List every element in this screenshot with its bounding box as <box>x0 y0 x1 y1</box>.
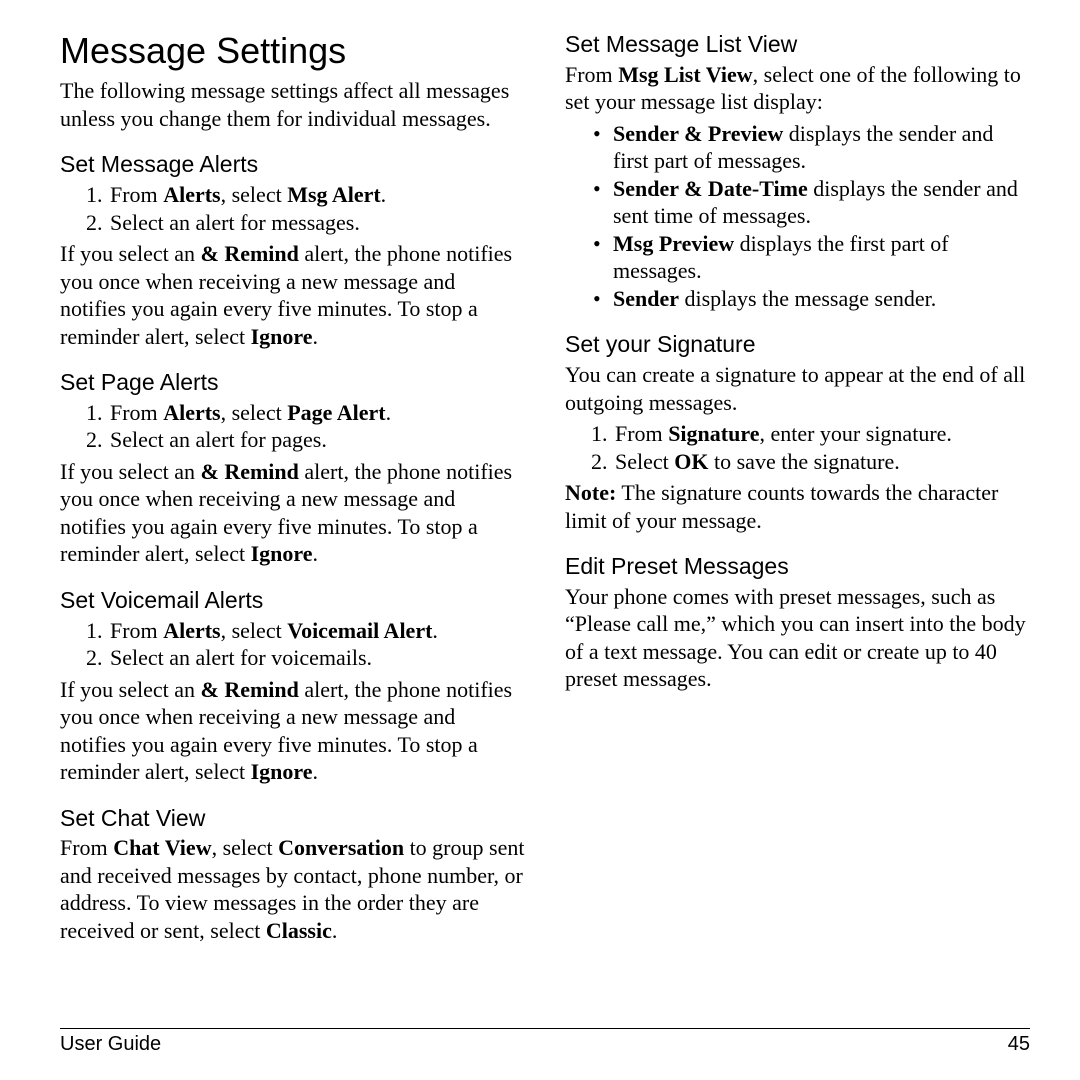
text: . <box>386 400 392 425</box>
bold: Conversation <box>278 835 404 860</box>
bold: Voicemail Alert <box>287 618 432 643</box>
text: If you select an <box>60 241 201 266</box>
list-view-options: Sender & Preview displays the sender and… <box>565 120 1030 313</box>
page-footer: User Guide 45 <box>60 1028 1030 1056</box>
bold: Sender & Date-Time <box>613 176 808 201</box>
bold: Msg List View <box>618 62 752 87</box>
text: displays the message sender. <box>679 286 936 311</box>
text: , select <box>221 400 288 425</box>
section-set-page-alerts: Set Page Alerts From Alerts, select Page… <box>60 368 525 568</box>
bold: Sender <box>613 286 679 311</box>
heading-set-your-signature: Set your Signature <box>565 330 1030 359</box>
section-set-chat-view: Set Chat View From Chat View, select Con… <box>60 804 525 945</box>
text: , select <box>221 182 288 207</box>
heading-set-page-alerts: Set Page Alerts <box>60 368 525 397</box>
steps-msg-alerts: From Alerts, select Msg Alert. Select an… <box>60 181 525 236</box>
section-set-your-signature: Set your Signature You can create a sign… <box>565 330 1030 534</box>
list-item: Select an alert for messages. <box>108 209 525 237</box>
text: , select <box>212 835 279 860</box>
list-item: Select OK to save the signature. <box>613 448 1030 476</box>
list-item: Select an alert for pages. <box>108 426 525 454</box>
bold: Msg Alert <box>287 182 380 207</box>
bold: Signature <box>668 421 759 446</box>
signature-note: Note: The signature counts towards the c… <box>565 479 1030 534</box>
bold: Chat View <box>113 835 211 860</box>
text: . <box>432 618 438 643</box>
bold: & Remind <box>201 459 299 484</box>
bold: Ignore <box>251 541 313 566</box>
text: . <box>313 759 319 784</box>
intro-text: The following message settings affect al… <box>60 77 525 132</box>
text: From <box>110 182 163 207</box>
heading-set-voicemail-alerts: Set Voicemail Alerts <box>60 586 525 615</box>
text: , select <box>221 618 288 643</box>
text: From <box>60 835 113 860</box>
list-item: Sender & Preview displays the sender and… <box>593 120 1030 175</box>
bold: Page Alert <box>287 400 385 425</box>
bold: Note: <box>565 480 616 505</box>
remind-note: If you select an & Remind alert, the pho… <box>60 240 525 350</box>
bold: Alerts <box>163 400 220 425</box>
heading-set-message-alerts: Set Message Alerts <box>60 150 525 179</box>
list-item: From Alerts, select Voicemail Alert. <box>108 617 525 645</box>
list-item: Msg Preview displays the first part of m… <box>593 230 1030 285</box>
text: , enter your signature. <box>759 421 951 446</box>
bold: Classic <box>266 918 332 943</box>
list-item: Sender displays the message sender. <box>593 285 1030 313</box>
text: . <box>381 182 387 207</box>
list-item: From Alerts, select Page Alert. <box>108 399 525 427</box>
bold: Alerts <box>163 618 220 643</box>
text: Select <box>615 449 674 474</box>
text: From <box>110 400 163 425</box>
text: . <box>332 918 338 943</box>
section-set-message-alerts: Set Message Alerts From Alerts, select M… <box>60 150 525 350</box>
chat-view-text: From Chat View, select Conversation to g… <box>60 834 525 944</box>
section-set-message-list-view: Set Message List View From Msg List View… <box>565 30 1030 312</box>
bold: Ignore <box>251 759 313 784</box>
remind-note: If you select an & Remind alert, the pho… <box>60 458 525 568</box>
remind-note: If you select an & Remind alert, the pho… <box>60 676 525 786</box>
list-item: Select an alert for voicemails. <box>108 644 525 672</box>
steps-signature: From Signature, enter your signature. Se… <box>565 420 1030 475</box>
heading-edit-preset-messages: Edit Preset Messages <box>565 552 1030 581</box>
text: The signature counts towards the charact… <box>565 480 998 533</box>
bold: & Remind <box>201 241 299 266</box>
bold: Sender & Preview <box>613 121 783 146</box>
section-set-voicemail-alerts: Set Voicemail Alerts From Alerts, select… <box>60 586 525 786</box>
footer-page-number: 45 <box>1008 1033 1030 1056</box>
page: Message Settings The following message s… <box>0 0 1080 1080</box>
bold: & Remind <box>201 677 299 702</box>
steps-page-alerts: From Alerts, select Page Alert. Select a… <box>60 399 525 454</box>
bold: Alerts <box>163 182 220 207</box>
bold: Msg Preview <box>613 231 734 256</box>
heading-set-message-list-view: Set Message List View <box>565 30 1030 59</box>
preset-body: Your phone comes with preset messages, s… <box>565 583 1030 693</box>
list-item: Sender & Date-Time displays the sender a… <box>593 175 1030 230</box>
text: . <box>313 324 319 349</box>
steps-vm-alerts: From Alerts, select Voicemail Alert. Sel… <box>60 617 525 672</box>
heading-set-chat-view: Set Chat View <box>60 804 525 833</box>
text: . <box>313 541 319 566</box>
text: to save the signature. <box>709 449 900 474</box>
text: If you select an <box>60 459 201 484</box>
list-item: From Signature, enter your signature. <box>613 420 1030 448</box>
footer-left: User Guide <box>60 1033 161 1056</box>
text: From <box>110 618 163 643</box>
text: From <box>565 62 618 87</box>
bold: Ignore <box>251 324 313 349</box>
page-title: Message Settings <box>60 30 525 71</box>
signature-intro: You can create a signature to appear at … <box>565 361 1030 416</box>
section-edit-preset-messages: Edit Preset Messages Your phone comes wi… <box>565 552 1030 693</box>
list-view-intro: From Msg List View, select one of the fo… <box>565 61 1030 116</box>
bold: OK <box>674 449 708 474</box>
content-columns: Message Settings The following message s… <box>60 30 1030 990</box>
text: From <box>615 421 668 446</box>
list-item: From Alerts, select Msg Alert. <box>108 181 525 209</box>
text: If you select an <box>60 677 201 702</box>
